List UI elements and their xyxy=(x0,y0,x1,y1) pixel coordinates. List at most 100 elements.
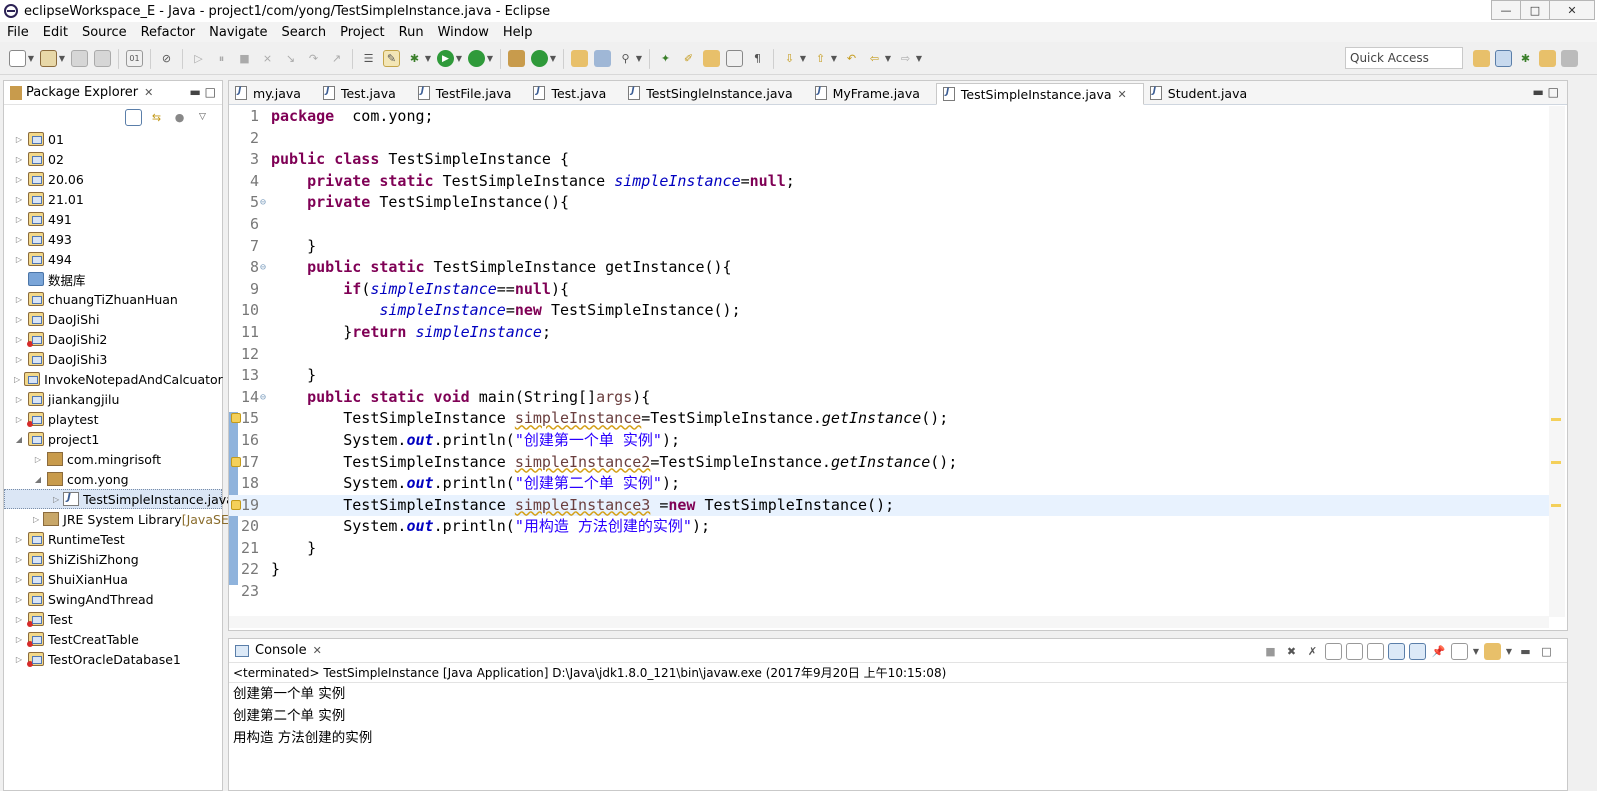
toggle-breadcrumb-icon[interactable] xyxy=(703,50,720,67)
warning-icon[interactable] xyxy=(231,456,241,467)
tree-item[interactable]: ▷ 01 xyxy=(4,129,222,149)
menu-help[interactable]: Help xyxy=(496,25,540,40)
editor-tab[interactable]: TestFile.java xyxy=(412,82,528,104)
tree-item[interactable]: ▷ 494 xyxy=(4,249,222,269)
code-line[interactable]: 11 }return simpleInstance; xyxy=(229,322,1549,344)
code-line[interactable]: 8 ⊖ public static TestSimpleInstance getI… xyxy=(229,257,1549,279)
tree-item[interactable]: ▷ 02 xyxy=(4,149,222,169)
tree-item[interactable]: ▷ jiankangjilu xyxy=(4,389,222,409)
debug-perspective-icon[interactable]: ✱ xyxy=(1517,50,1534,67)
expanded-arrow-icon[interactable]: ◢ xyxy=(33,475,43,484)
menu-project[interactable]: Project xyxy=(333,25,391,40)
editor-tab[interactable]: Test.java xyxy=(317,82,412,104)
warning-icon[interactable] xyxy=(231,413,241,424)
block-selection-icon[interactable] xyxy=(726,50,743,67)
code-line[interactable]: 23 xyxy=(229,581,1549,603)
fold-toggle-icon[interactable]: ⊖ xyxy=(260,257,266,279)
collapsed-arrow-icon[interactable]: ▷ xyxy=(14,155,24,164)
chevron-down-icon[interactable]: ▼ xyxy=(1505,643,1513,660)
save-icon[interactable] xyxy=(71,50,88,67)
collapsed-arrow-icon[interactable]: ▷ xyxy=(14,595,24,604)
collapsed-arrow-icon[interactable]: ▷ xyxy=(33,515,39,524)
collapsed-arrow-icon[interactable]: ▷ xyxy=(14,555,24,564)
code-line[interactable]: 22} xyxy=(229,559,1549,581)
close-icon[interactable]: ✕ xyxy=(144,86,153,99)
scroll-lock-icon[interactable] xyxy=(1346,643,1363,660)
annotation-next-icon[interactable]: ✦ xyxy=(657,50,674,67)
horizontal-scrollbar[interactable] xyxy=(229,616,1549,628)
pin-console-icon[interactable]: 📌 xyxy=(1430,643,1447,660)
editor-tab[interactable]: Student.java xyxy=(1144,82,1263,104)
tree-item[interactable]: ▷ SwingAndThread xyxy=(4,589,222,609)
collapsed-arrow-icon[interactable]: ▷ xyxy=(14,355,24,364)
binary-icon[interactable]: 01 xyxy=(126,50,143,67)
fold-toggle-icon[interactable]: ⊖ xyxy=(260,192,266,214)
collapsed-arrow-icon[interactable]: ▷ xyxy=(33,455,43,464)
collapsed-arrow-icon[interactable]: ▷ xyxy=(53,495,59,504)
tree-item[interactable]: 数据库 xyxy=(4,269,222,289)
collapsed-arrow-icon[interactable]: ▷ xyxy=(14,175,24,184)
clear-console-icon[interactable] xyxy=(1325,643,1342,660)
editor-tab[interactable]: TestSingleInstance.java xyxy=(622,82,808,104)
tree-item[interactable]: ▷ DaoJiShi xyxy=(4,309,222,329)
menu-refactor[interactable]: Refactor xyxy=(134,25,203,40)
chevron-down-icon[interactable]: ▼ xyxy=(549,50,557,67)
code-line[interactable]: 12 xyxy=(229,344,1549,366)
quick-access-input[interactable]: Quick Access xyxy=(1345,47,1463,69)
back-icon[interactable]: ⇦ xyxy=(866,50,883,67)
menu-file[interactable]: File xyxy=(0,25,36,40)
tree-item[interactable]: ▷ InvokeNotepadAndCalcuator xyxy=(4,369,223,389)
step-into-icon[interactable]: ↘ xyxy=(282,50,299,67)
chevron-down-icon[interactable]: ▼ xyxy=(884,50,892,67)
java-perspective-icon[interactable] xyxy=(1495,50,1512,67)
code-line[interactable]: 19 TestSimpleInstance simpleInstance3 =n… xyxy=(229,494,1549,517)
fold-toggle-icon[interactable]: ⊖ xyxy=(260,387,266,409)
tree-item[interactable]: ▷ TestCreatTable xyxy=(4,629,222,649)
tree-item[interactable]: ▷ chuangTiZhuanHuan xyxy=(4,289,222,309)
tree-item[interactable]: ▷ 20.06 xyxy=(4,169,222,189)
terminate-icon[interactable]: ■ xyxy=(236,50,253,67)
vertical-scrollbar[interactable] xyxy=(1549,106,1565,617)
terminate-icon[interactable]: ■ xyxy=(1262,643,1279,660)
chevron-down-icon[interactable]: ▼ xyxy=(830,50,838,67)
menu-edit[interactable]: Edit xyxy=(36,25,75,40)
focus-icon[interactable]: ● xyxy=(171,109,188,126)
disconnect-icon[interactable]: ⨯ xyxy=(259,50,276,67)
menu-source[interactable]: Source xyxy=(75,25,134,40)
editor-tab[interactable]: TestSimpleInstance.java ✕ xyxy=(935,83,1144,105)
console-output[interactable]: 创建第一个单 实例 创建第二个单 实例 用构造 方法创建的实例 xyxy=(229,683,1567,749)
minimize-button[interactable]: — xyxy=(1491,0,1521,20)
collapse-all-icon[interactable] xyxy=(125,108,142,126)
code-line[interactable]: 5 ⊖ private TestSimpleInstance(){ xyxy=(229,192,1549,214)
forward-icon[interactable]: ⇨ xyxy=(897,50,914,67)
resume-icon[interactable]: ▷ xyxy=(190,50,207,67)
code-line[interactable]: 3 public class TestSimpleInstance { xyxy=(229,149,1549,171)
collapsed-arrow-icon[interactable]: ▷ xyxy=(14,235,24,244)
new-java-class-icon[interactable] xyxy=(531,50,548,67)
show-on-error-icon[interactable] xyxy=(1409,643,1426,660)
suspend-icon[interactable]: ⏸ xyxy=(213,50,230,67)
coverage-icon[interactable] xyxy=(468,50,485,67)
tree-item[interactable]: ▷ DaoJiShi3 xyxy=(4,349,222,369)
open-task-icon[interactable] xyxy=(594,50,611,67)
open-console-icon[interactable] xyxy=(1484,643,1501,660)
tree-item[interactable]: ▷ 491 xyxy=(4,209,222,229)
step-return-icon[interactable]: ↗ xyxy=(328,50,345,67)
toggle-mark-icon[interactable]: ✎ xyxy=(383,50,400,67)
collapsed-arrow-icon[interactable]: ▷ xyxy=(14,195,24,204)
panel-minimize-maximize[interactable]: ▬ □ xyxy=(190,85,217,99)
menu-window[interactable]: Window xyxy=(431,25,496,40)
tree-item[interactable]: ▷ 21.01 xyxy=(4,189,222,209)
run-icon[interactable]: ▶ xyxy=(437,50,454,67)
previous-annotation-icon[interactable]: ⇧ xyxy=(812,50,829,67)
code-line[interactable]: 20 System.out.println("用构造 方法创建的实例"); xyxy=(229,516,1549,538)
chevron-down-icon[interactable]: ▼ xyxy=(915,50,923,67)
tree-item[interactable]: ▷ RuntimeTest xyxy=(4,529,222,549)
chevron-down-icon[interactable]: ▼ xyxy=(58,50,66,67)
editor-tab[interactable]: MyFrame.java xyxy=(809,82,936,104)
next-annotation-icon[interactable]: ⇩ xyxy=(781,50,798,67)
collapsed-arrow-icon[interactable]: ▷ xyxy=(14,655,24,664)
show-on-output-icon[interactable] xyxy=(1388,643,1405,660)
tree-item[interactable]: ◢ project1 xyxy=(4,429,222,449)
maximize-icon[interactable]: □ xyxy=(1538,643,1555,660)
